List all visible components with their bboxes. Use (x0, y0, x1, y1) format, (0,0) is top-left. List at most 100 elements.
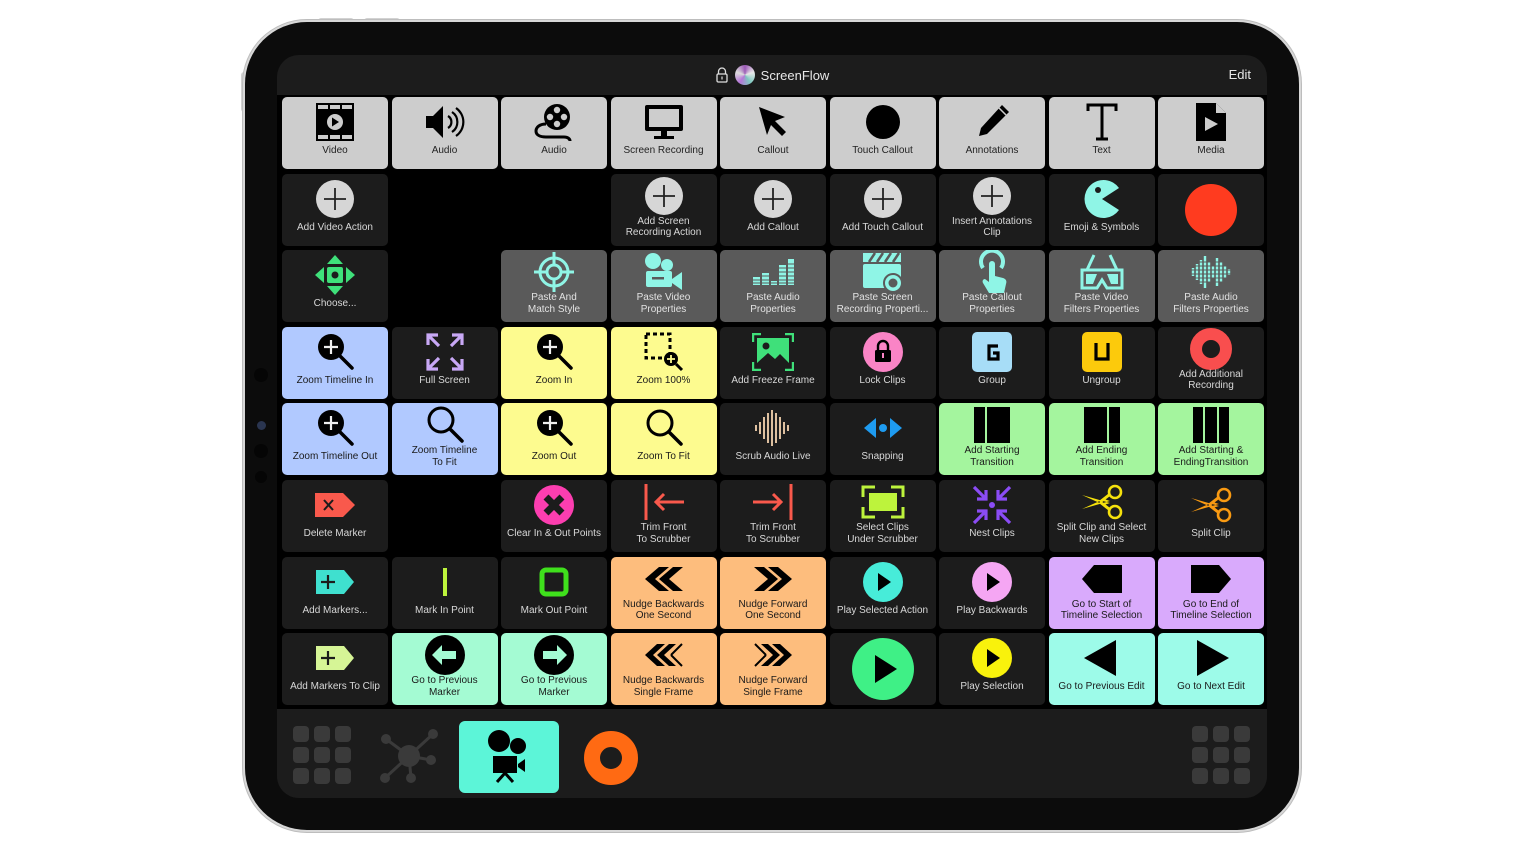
action-button-add-starting-endingtransition[interactable]: Add Starting & EndingTransition (1158, 403, 1264, 476)
action-button-split-clip[interactable]: Split Clip (1158, 480, 1264, 552)
play-circle-large-icon (851, 636, 915, 702)
scissors-yellow-icon (1080, 483, 1124, 521)
action-button-label: Go to Previous Marker (411, 675, 478, 698)
action-button-paste-video-filters-properties[interactable]: Paste Video Filters Properties (1048, 250, 1155, 323)
triangle-right-icon (1191, 636, 1231, 680)
action-button-nudge-forward-single-frame[interactable]: Nudge Forward Single Frame (720, 633, 826, 706)
grid-apps-tab[interactable] (293, 726, 351, 784)
action-button-go-to-end-of-timeline-selection[interactable]: Go to End of Timeline Selection (1158, 556, 1264, 629)
action-button-label: Paste Callout Properties (962, 292, 1022, 315)
action-button-paste-video-properties[interactable]: Paste Video Properties (610, 250, 717, 323)
action-button-emoji-symbols[interactable]: Emoji & Symbols (1048, 173, 1155, 246)
action-button-paste-and-match-style[interactable]: Paste And Match Style (501, 250, 607, 323)
action-button-play-selected-action[interactable]: Play Selected Action (829, 556, 936, 629)
action-button-media[interactable]: Media (1158, 97, 1264, 169)
action-button-label: Paste Video Properties (636, 292, 691, 315)
action-button-record-circle[interactable] (1158, 173, 1264, 246)
action-button-paste-screen-recording-properti[interactable]: Paste Screen Recording Properti... (829, 250, 936, 323)
action-button-go-to-next-edit[interactable]: Go to Next Edit (1158, 633, 1264, 706)
action-button-zoom-100[interactable]: Zoom 100% (610, 326, 717, 399)
action-button-play-backwards[interactable]: Play Backwards (939, 556, 1045, 629)
action-button-play-selection[interactable]: Play Selection (939, 633, 1045, 706)
network-tab[interactable] (377, 724, 441, 788)
ending-transition-icon (1083, 406, 1121, 444)
action-button-audio[interactable]: Audio (391, 97, 498, 169)
action-button-select-clips-under-scrubber[interactable]: Select Clips Under Scrubber (829, 480, 936, 552)
action-button-label: Snapping (861, 451, 904, 463)
action-button-group[interactable]: Group (939, 326, 1045, 399)
snapping-icon (862, 406, 904, 450)
action-button-label: Add Callout (747, 221, 799, 233)
action-button-paste-audio-filters-properties[interactable]: Paste Audio Filters Properties (1158, 250, 1264, 323)
action-button-insert-annotations-clip[interactable]: Insert Annotations Clip (939, 173, 1045, 246)
action-button-add-touch-callout[interactable]: Add Touch Callout (829, 173, 936, 246)
nest-arrows-icon (971, 483, 1013, 527)
action-button-add-callout[interactable]: Add Callout (720, 173, 826, 246)
action-button-go-to-previous-edit[interactable]: Go to Previous Edit (1048, 633, 1155, 706)
action-button-add-ending-transition[interactable]: Add Ending Transition (1048, 403, 1155, 476)
action-button-nudge-forward-one-second[interactable]: Nudge Forward One Second (720, 556, 826, 629)
action-button-add-screen-recording-action[interactable]: Add Screen Recording Action (610, 173, 717, 246)
action-button-zoom-to-fit[interactable]: Zoom To Fit (610, 403, 717, 476)
action-button-delete-marker[interactable]: Delete Marker (282, 480, 388, 552)
action-button-add-additional-recording[interactable]: Add Additional Recording (1158, 326, 1264, 399)
action-button-zoom-timeline-to-fit[interactable]: Zoom Timeline To Fit (391, 403, 498, 476)
action-button-video[interactable]: Video (282, 97, 388, 169)
record-tab[interactable] (580, 727, 642, 789)
action-button-ungroup[interactable]: Ungroup (1048, 326, 1155, 399)
action-button-nudge-backwards-single-frame[interactable]: Nudge Backwards Single Frame (610, 633, 717, 706)
edit-button[interactable]: Edit (1229, 67, 1251, 82)
action-button-touch-callout[interactable]: Touch Callout (829, 97, 936, 169)
zoom-in-filled-icon (534, 330, 574, 374)
action-button-go-to-previous-marker[interactable]: Go to Previous Marker (391, 633, 498, 706)
action-button-add-starting-transition[interactable]: Add Starting Transition (939, 403, 1045, 476)
zoom-in-filled-icon (315, 406, 355, 450)
action-button-zoom-in[interactable]: Zoom In (501, 326, 607, 399)
action-button-label: Zoom Timeline Out (292, 451, 378, 463)
pencil-icon (972, 100, 1012, 144)
action-button-lock-clips[interactable]: Lock Clips (829, 326, 936, 399)
action-button-add-video-action[interactable]: Add Video Action (282, 173, 388, 246)
action-button-paste-audio-properties[interactable]: Paste Audio Properties (720, 250, 826, 323)
action-button-zoom-out[interactable]: Zoom Out (501, 403, 607, 476)
action-button-add-freeze-frame[interactable]: Add Freeze Frame (720, 326, 826, 399)
action-button-snapping[interactable]: Snapping (829, 403, 936, 476)
move-arrows-icon (314, 253, 356, 297)
text-t-icon (1085, 100, 1119, 144)
camera-dot (255, 471, 267, 483)
target-crosshair-icon (533, 252, 575, 293)
cursor-arrow-icon (755, 100, 791, 144)
action-button-clear-in-out-points[interactable]: Clear In & Out Points (501, 480, 607, 552)
action-button-paste-callout-properties[interactable]: Paste Callout Properties (939, 250, 1045, 323)
action-button-scrub-audio-live[interactable]: Scrub Audio Live (720, 403, 826, 476)
action-button-full-screen[interactable]: Full Screen (391, 326, 498, 399)
action-button-nest-clips[interactable]: Nest Clips (939, 480, 1045, 552)
ungroup-u-icon (1081, 330, 1123, 374)
action-button-mark-out-point[interactable]: Mark Out Point (501, 556, 607, 629)
action-button-add-markers[interactable]: Add Markers... (282, 556, 388, 629)
lock-circle-icon (862, 330, 904, 374)
audio-levels-icon (751, 253, 795, 291)
grid-apps-right-tab[interactable] (1192, 726, 1250, 784)
action-button-audio[interactable]: Audio (501, 97, 607, 169)
action-button-annotations[interactable]: Annotations (939, 97, 1045, 169)
action-button-callout[interactable]: Callout (720, 97, 826, 169)
screenflow-tab[interactable] (459, 721, 559, 793)
action-button-mark-in-point[interactable]: Mark In Point (391, 556, 498, 629)
action-button-choose[interactable]: Choose... (282, 250, 388, 323)
film-reel-icon (533, 100, 575, 144)
action-button-trim-front-to-scrubber[interactable]: Trim Front To Scrubber (610, 480, 717, 552)
action-button-play-circle-large[interactable] (829, 633, 936, 706)
action-button-go-to-start-of-timeline-selection[interactable]: Go to Start of Timeline Selection (1048, 556, 1155, 629)
action-button-trim-front-to-scrubber[interactable]: Trim Front To Scrubber (720, 480, 826, 552)
action-button-nudge-backwards-one-second[interactable]: Nudge Backwards One Second (610, 556, 717, 629)
action-button-screen-recording[interactable]: Screen Recording (610, 97, 717, 169)
action-button-add-markers-to-clip[interactable]: Add Markers To Clip (282, 633, 388, 706)
action-button-zoom-timeline-in[interactable]: Zoom Timeline In (282, 326, 388, 399)
action-button-zoom-timeline-out[interactable]: Zoom Timeline Out (282, 403, 388, 476)
action-button-go-to-previous-marker[interactable]: Go to Previous Marker (501, 633, 607, 706)
play-circle-yellow-icon (971, 636, 1013, 680)
action-button-text[interactable]: Text (1048, 97, 1155, 169)
action-button-split-clip-and-select-new-clips[interactable]: Split Clip and Select New Clips (1048, 480, 1155, 552)
camera-dot (254, 444, 268, 458)
